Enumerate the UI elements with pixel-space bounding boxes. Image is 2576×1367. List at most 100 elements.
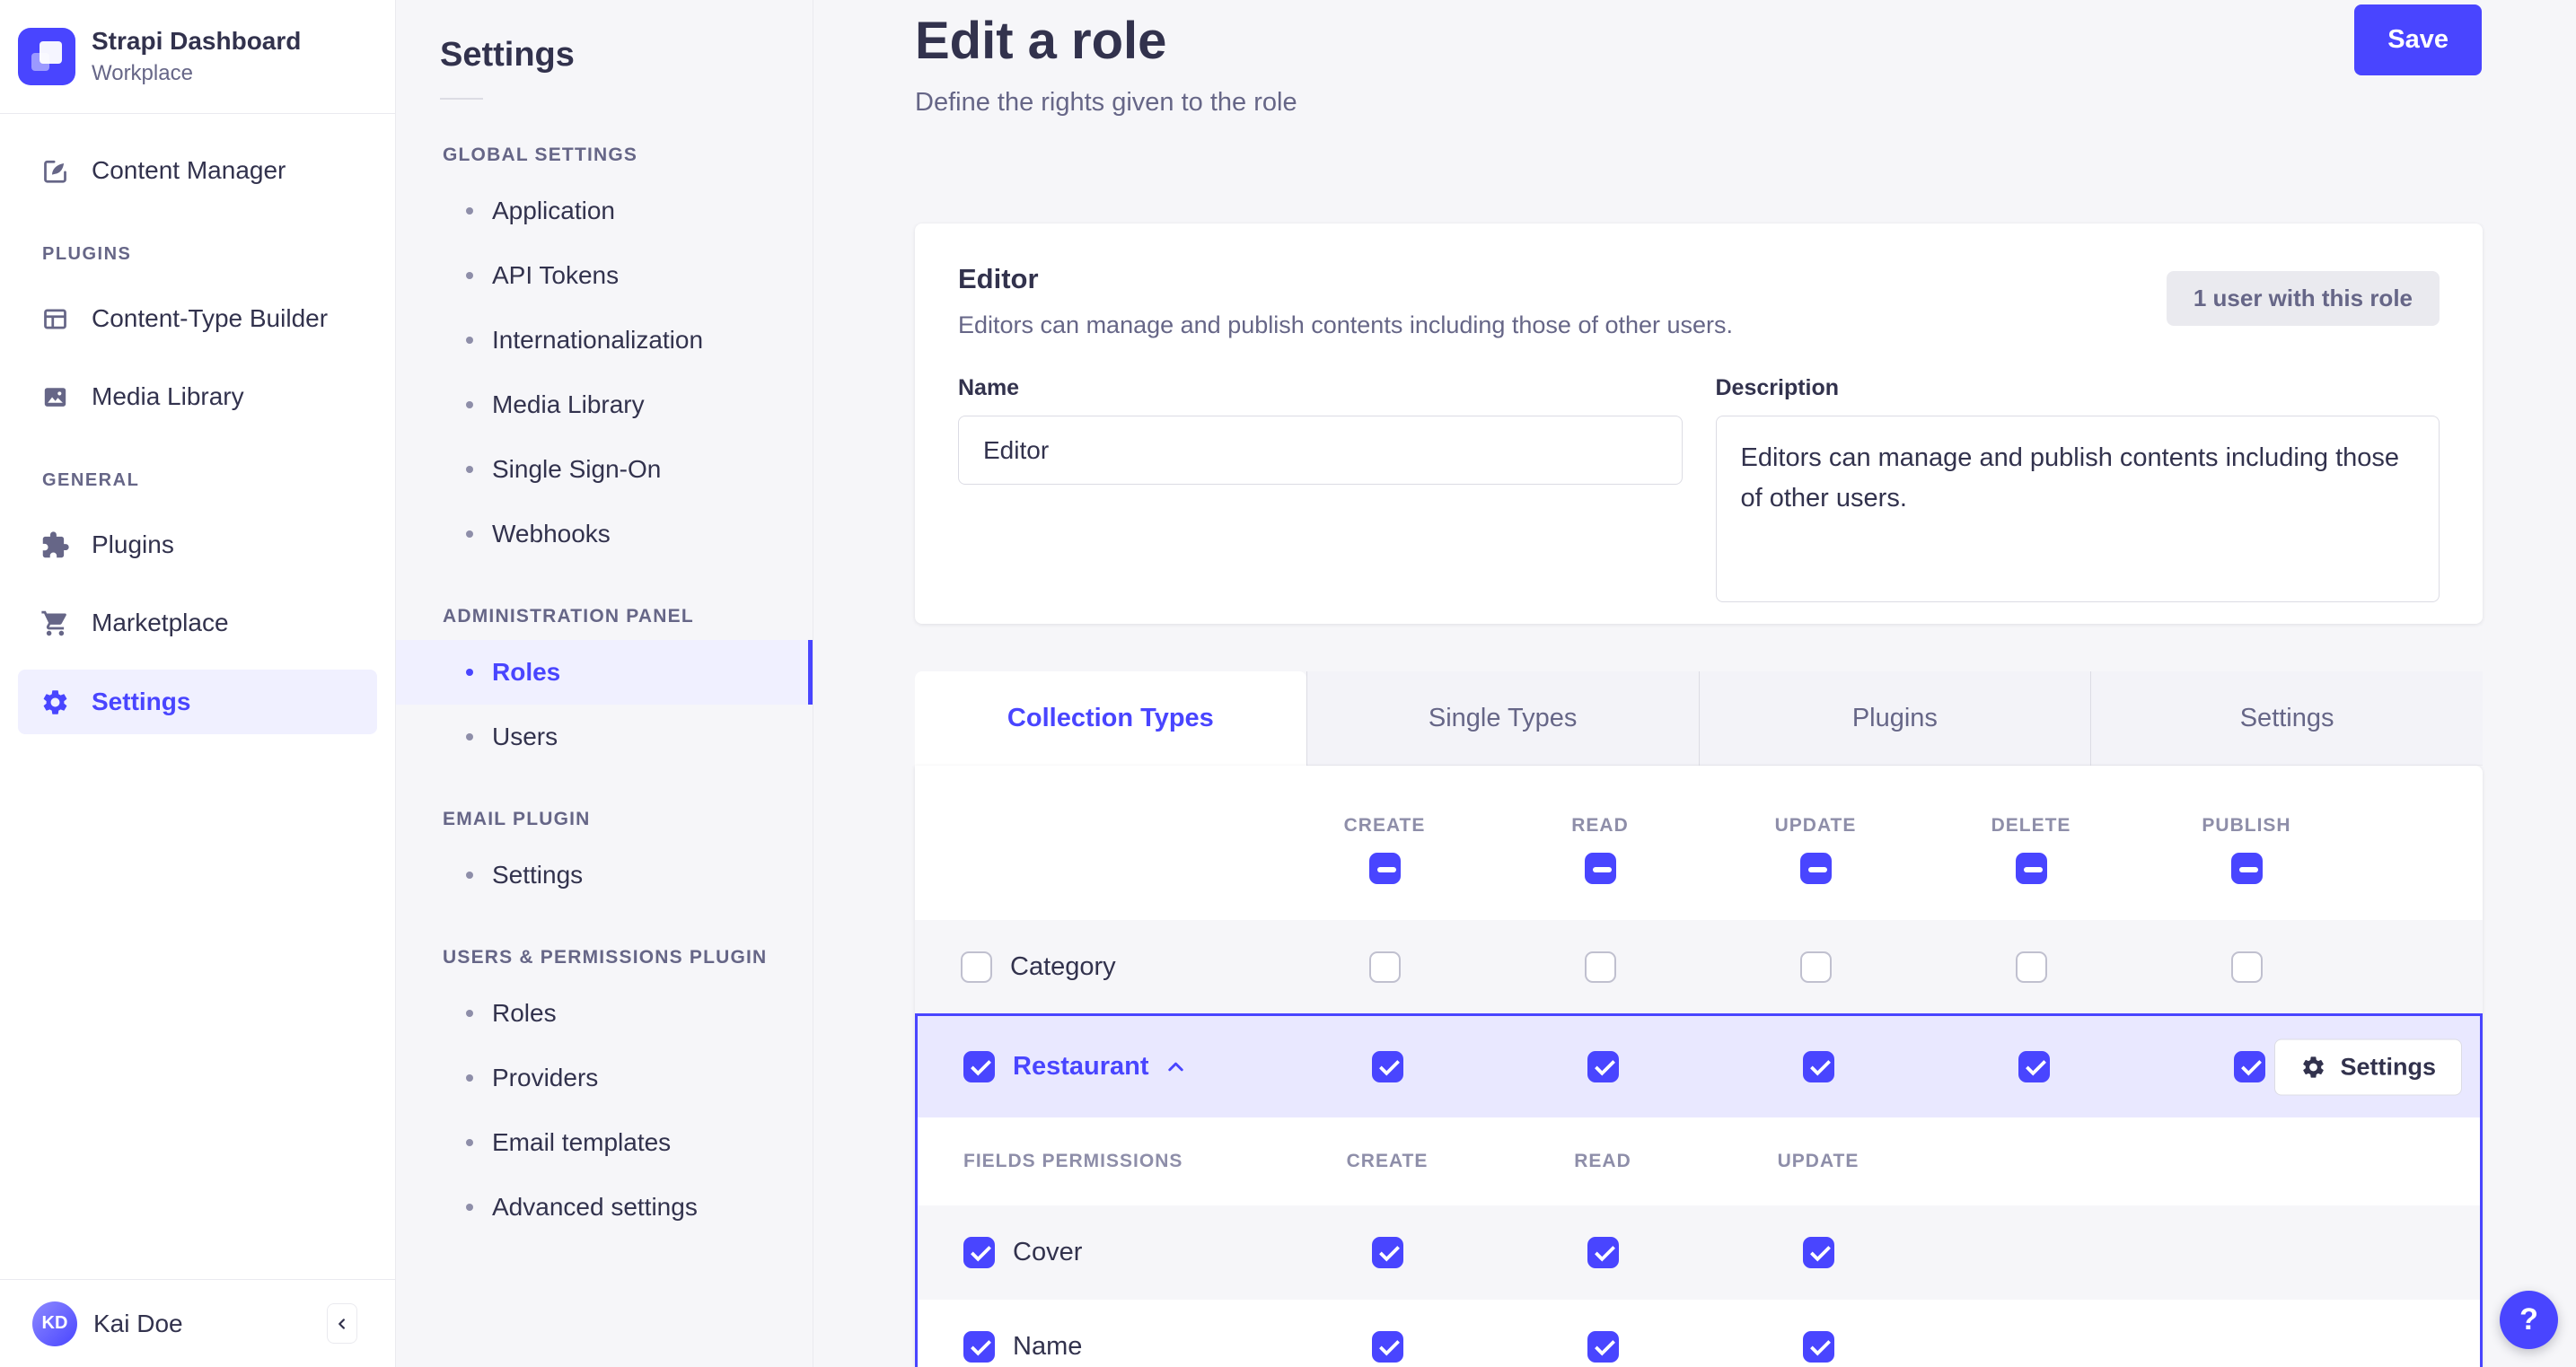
checkbox-category-create[interactable]	[1368, 951, 1401, 983]
user-name: Kai Doe	[93, 1309, 183, 1337]
user-menu[interactable]: KD Kai Doe	[32, 1301, 327, 1346]
checkbox-restaurant[interactable]	[963, 1051, 995, 1082]
subnav-item-roles[interactable]: Roles	[396, 640, 813, 705]
field-name-label: Name	[1013, 1332, 1083, 1361]
checkbox-name-create[interactable]	[1371, 1331, 1403, 1363]
subnav-item-label: Media Library	[492, 390, 645, 418]
sidebar-item-label: Content Manager	[92, 156, 286, 184]
subnav-item-label: Roles	[492, 658, 561, 686]
page-subtitle: Define the rights given to the role	[915, 88, 1297, 117]
permissions-tabs: Collection Types Single Types Plugins Se…	[915, 671, 2483, 766]
role-description-textarea[interactable]: Editors can manage and publish contents …	[1715, 416, 2440, 602]
sidebar-item-label: Settings	[92, 688, 191, 715]
checkbox-category[interactable]	[961, 951, 992, 983]
checkbox-name-update[interactable]	[1802, 1331, 1834, 1363]
tab-collection-types[interactable]: Collection Types	[915, 671, 1306, 766]
checkbox-restaurant-update[interactable]	[1802, 1051, 1834, 1082]
help-button[interactable]: ?	[2500, 1291, 2558, 1349]
subnav-item-single-sign-on[interactable]: Single Sign-On	[396, 437, 813, 502]
entity-name-label[interactable]: Category	[1010, 952, 1116, 982]
save-button[interactable]: Save	[2354, 4, 2482, 75]
checkbox-all-delete[interactable]	[2015, 852, 2047, 884]
checkbox-cover-read[interactable]	[1587, 1237, 1619, 1268]
checkbox-restaurant-publish[interactable]	[2233, 1051, 2265, 1082]
bullet-icon	[466, 272, 473, 279]
collapse-sidebar-button[interactable]	[327, 1303, 357, 1344]
page-title: Edit a role	[915, 12, 1167, 70]
entity-name-label[interactable]: Restaurant	[1013, 1052, 1149, 1082]
checkbox-cover[interactable]	[963, 1237, 995, 1268]
checkbox-restaurant-read[interactable]	[1587, 1051, 1619, 1082]
checkbox-category-update[interactable]	[1799, 951, 1832, 983]
workspace-brand[interactable]: Strapi Dashboard Workplace	[0, 0, 395, 114]
subnav-item-internationalization[interactable]: Internationalization	[396, 308, 813, 372]
role-name-input[interactable]	[958, 416, 1683, 485]
bullet-icon	[466, 1139, 473, 1146]
subnav-item-label: Providers	[492, 1064, 599, 1091]
subnav-item-label: Advanced settings	[492, 1193, 698, 1221]
checkbox-name-read[interactable]	[1587, 1331, 1619, 1363]
bullet-icon	[466, 466, 473, 473]
checkbox-cover-create[interactable]	[1371, 1237, 1403, 1268]
bullet-icon	[466, 872, 473, 879]
workspace-name: Workplace	[92, 61, 193, 85]
name-field-label: Name	[958, 375, 1020, 400]
sidebar-item-marketplace[interactable]: Marketplace	[0, 591, 395, 655]
main-sidebar: Strapi Dashboard Workplace Content Manag…	[0, 0, 396, 1367]
subnav-item-email-templates[interactable]: Email templates	[396, 1110, 813, 1175]
checkbox-cover-update[interactable]	[1802, 1237, 1834, 1268]
table-row-category: Category	[915, 920, 2483, 1013]
bullet-icon	[466, 669, 473, 676]
field-row-cover: Cover	[918, 1205, 2480, 1300]
question-mark-icon: ?	[2519, 1302, 2538, 1336]
bullet-icon	[466, 733, 473, 740]
subnav-item-email-settings[interactable]: Settings	[396, 843, 813, 907]
checkbox-restaurant-create[interactable]	[1371, 1051, 1403, 1082]
subnav-item-media-library[interactable]: Media Library	[396, 372, 813, 437]
main-content: Edit a role Define the rights given to t…	[813, 0, 2576, 1367]
bullet-icon	[466, 1204, 473, 1211]
table-row-restaurant: Restaurant Settings	[918, 1016, 2480, 1117]
column-header-read: READ	[1571, 814, 1629, 836]
restaurant-settings-button[interactable]: Settings	[2274, 1038, 2462, 1095]
checkbox-all-create[interactable]	[1368, 852, 1401, 884]
column-header-delete: DELETE	[1991, 814, 2071, 836]
field-name-label: Cover	[1013, 1238, 1083, 1266]
tab-settings[interactable]: Settings	[2090, 671, 2483, 766]
bullet-icon	[466, 530, 473, 538]
sidebar-section-general: GENERAL	[42, 470, 140, 490]
settings-subnav: Settings GLOBAL SETTINGS Application API…	[396, 0, 813, 1367]
subnav-item-providers[interactable]: Providers	[396, 1046, 813, 1110]
chevron-up-icon[interactable]	[1164, 1055, 1188, 1079]
sidebar-item-plugins[interactable]: Plugins	[0, 513, 395, 577]
strapi-logo-icon	[18, 28, 75, 85]
tab-plugins[interactable]: Plugins	[1698, 671, 2091, 766]
column-header-publish: PUBLISH	[2202, 814, 2291, 836]
tab-single-types[interactable]: Single Types	[1306, 671, 1699, 766]
sidebar-item-media-library[interactable]: Media Library	[0, 364, 395, 429]
strapi-admin-screen: Strapi Dashboard Workplace Content Manag…	[0, 0, 2576, 1367]
users-with-role-button[interactable]: 1 user with this role	[2166, 271, 2440, 326]
subnav-item-label: Email templates	[492, 1128, 672, 1156]
subnav-item-up-roles[interactable]: Roles	[396, 981, 813, 1046]
settings-button-label: Settings	[2340, 1053, 2436, 1080]
subnav-item-users[interactable]: Users	[396, 705, 813, 769]
permissions-panel: CREATE READ UPDATE DELETE PUBLISH Catego…	[915, 766, 2483, 1367]
content-manager-icon	[40, 156, 70, 186]
checkbox-category-publish[interactable]	[2230, 951, 2263, 983]
sidebar-item-content-manager[interactable]: Content Manager	[0, 138, 395, 203]
subnav-item-api-tokens[interactable]: API Tokens	[396, 243, 813, 308]
checkbox-all-read[interactable]	[1584, 852, 1616, 884]
checkbox-all-update[interactable]	[1799, 852, 1832, 884]
checkbox-category-delete[interactable]	[2015, 951, 2047, 983]
sidebar-item-content-type-builder[interactable]: Content-Type Builder	[0, 286, 395, 351]
checkbox-name[interactable]	[963, 1331, 995, 1363]
checkbox-restaurant-delete[interactable]	[2018, 1051, 2050, 1082]
sidebar-item-label: Content-Type Builder	[92, 304, 329, 332]
subnav-item-application[interactable]: Application	[396, 179, 813, 243]
checkbox-category-read[interactable]	[1584, 951, 1616, 983]
checkbox-all-publish[interactable]	[2230, 852, 2263, 884]
subnav-item-advanced-settings[interactable]: Advanced settings	[396, 1175, 813, 1240]
subnav-item-webhooks[interactable]: Webhooks	[396, 502, 813, 566]
sidebar-item-settings[interactable]: Settings	[18, 670, 377, 734]
